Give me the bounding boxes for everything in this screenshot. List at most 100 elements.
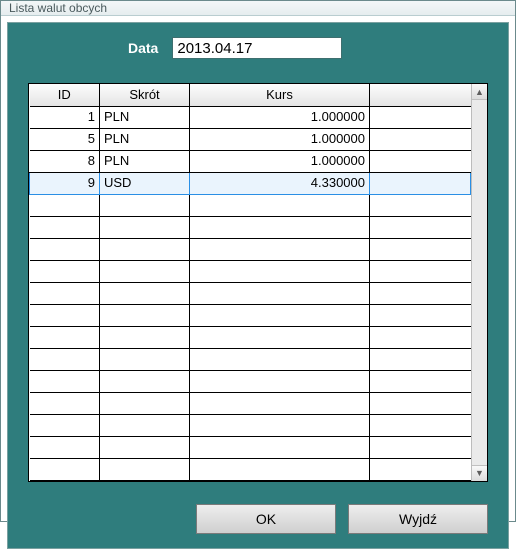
date-input[interactable]	[172, 37, 342, 59]
cell-rate[interactable]	[190, 392, 370, 414]
date-row: Data	[8, 23, 508, 73]
cell-empty[interactable]	[370, 348, 471, 370]
cell-rate[interactable]: 1.000000	[190, 128, 370, 150]
cell-rate[interactable]	[190, 414, 370, 436]
cell-empty[interactable]	[370, 260, 471, 282]
cell-id[interactable]	[30, 458, 100, 480]
cell-code[interactable]	[100, 238, 190, 260]
header-code[interactable]: Skrót	[100, 84, 190, 106]
main-panel: Data ID Skrót Kurs	[7, 22, 509, 549]
cell-code[interactable]	[100, 282, 190, 304]
cell-id[interactable]	[30, 260, 100, 282]
cell-code[interactable]	[100, 216, 190, 238]
table-row[interactable]: 5PLN1.000000	[30, 128, 471, 150]
table-row[interactable]	[30, 370, 471, 392]
cell-code[interactable]	[100, 194, 190, 216]
cell-empty[interactable]	[370, 194, 471, 216]
cell-rate[interactable]	[190, 304, 370, 326]
cell-id[interactable]	[30, 392, 100, 414]
vertical-scrollbar[interactable]: ▲ ▼	[471, 84, 487, 481]
grid-table[interactable]: ID Skrót Kurs 1PLN1.0000005PLN1.0000008P…	[29, 84, 471, 481]
cell-empty[interactable]	[370, 304, 471, 326]
cell-rate[interactable]	[190, 260, 370, 282]
table-row[interactable]	[30, 458, 471, 480]
cell-rate[interactable]	[190, 348, 370, 370]
cell-code[interactable]	[100, 370, 190, 392]
table-row[interactable]	[30, 392, 471, 414]
cell-id[interactable]	[30, 348, 100, 370]
cell-empty[interactable]	[370, 128, 471, 150]
cell-code[interactable]: PLN	[100, 128, 190, 150]
cell-rate[interactable]	[190, 194, 370, 216]
cell-id[interactable]: 5	[30, 128, 100, 150]
cell-id[interactable]: 8	[30, 150, 100, 172]
cell-rate[interactable]: 1.000000	[190, 150, 370, 172]
table-row[interactable]	[30, 326, 471, 348]
table-row[interactable]	[30, 348, 471, 370]
cell-code[interactable]: PLN	[100, 106, 190, 128]
currency-grid[interactable]: ID Skrót Kurs 1PLN1.0000005PLN1.0000008P…	[28, 83, 488, 482]
cell-id[interactable]: 1	[30, 106, 100, 128]
cell-code[interactable]	[100, 326, 190, 348]
cell-code[interactable]	[100, 260, 190, 282]
ok-button[interactable]: OK	[196, 504, 336, 534]
cell-code[interactable]	[100, 458, 190, 480]
table-row[interactable]	[30, 304, 471, 326]
client-area: Data ID Skrót Kurs	[1, 16, 515, 555]
cell-empty[interactable]	[370, 458, 471, 480]
cell-rate[interactable]	[190, 282, 370, 304]
cell-id[interactable]	[30, 238, 100, 260]
cell-code[interactable]: PLN	[100, 150, 190, 172]
cell-code[interactable]	[100, 414, 190, 436]
cell-empty[interactable]	[370, 370, 471, 392]
cell-code[interactable]	[100, 348, 190, 370]
cell-id[interactable]	[30, 370, 100, 392]
scroll-up-icon[interactable]: ▲	[472, 84, 487, 100]
cell-id[interactable]	[30, 194, 100, 216]
cell-empty[interactable]	[370, 414, 471, 436]
titlebar[interactable]: Lista walut obcych	[1, 1, 515, 16]
header-id[interactable]: ID	[30, 84, 100, 106]
header-rate[interactable]: Kurs	[190, 84, 370, 106]
scroll-down-icon[interactable]: ▼	[472, 465, 487, 481]
cell-id[interactable]	[30, 282, 100, 304]
exit-button[interactable]: Wyjdź	[348, 504, 488, 534]
cell-code[interactable]	[100, 392, 190, 414]
cell-id[interactable]: 9	[30, 172, 100, 194]
cell-id[interactable]	[30, 216, 100, 238]
cell-rate[interactable]	[190, 238, 370, 260]
cell-rate[interactable]: 1.000000	[190, 106, 370, 128]
table-row[interactable]	[30, 436, 471, 458]
cell-rate[interactable]	[190, 436, 370, 458]
table-row[interactable]	[30, 282, 471, 304]
cell-code[interactable]	[100, 304, 190, 326]
cell-empty[interactable]	[370, 392, 471, 414]
cell-rate[interactable]	[190, 216, 370, 238]
table-row[interactable]	[30, 194, 471, 216]
cell-empty[interactable]	[370, 436, 471, 458]
cell-id[interactable]	[30, 436, 100, 458]
table-row[interactable]: 8PLN1.000000	[30, 150, 471, 172]
cell-id[interactable]	[30, 304, 100, 326]
cell-empty[interactable]	[370, 282, 471, 304]
cell-id[interactable]	[30, 326, 100, 348]
table-row[interactable]	[30, 260, 471, 282]
cell-empty[interactable]	[370, 150, 471, 172]
cell-rate[interactable]	[190, 326, 370, 348]
cell-empty[interactable]	[370, 238, 471, 260]
cell-rate[interactable]: 4.330000	[190, 172, 370, 194]
cell-empty[interactable]	[370, 106, 471, 128]
cell-code[interactable]: USD	[100, 172, 190, 194]
cell-empty[interactable]	[370, 216, 471, 238]
cell-rate[interactable]	[190, 458, 370, 480]
cell-code[interactable]	[100, 436, 190, 458]
cell-empty[interactable]	[370, 326, 471, 348]
table-row[interactable]: 9USD4.330000	[30, 172, 471, 194]
cell-id[interactable]	[30, 414, 100, 436]
table-row[interactable]	[30, 414, 471, 436]
table-row[interactable]	[30, 238, 471, 260]
cell-empty[interactable]	[370, 172, 471, 194]
table-row[interactable]: 1PLN1.000000	[30, 106, 471, 128]
table-row[interactable]	[30, 216, 471, 238]
cell-rate[interactable]	[190, 370, 370, 392]
